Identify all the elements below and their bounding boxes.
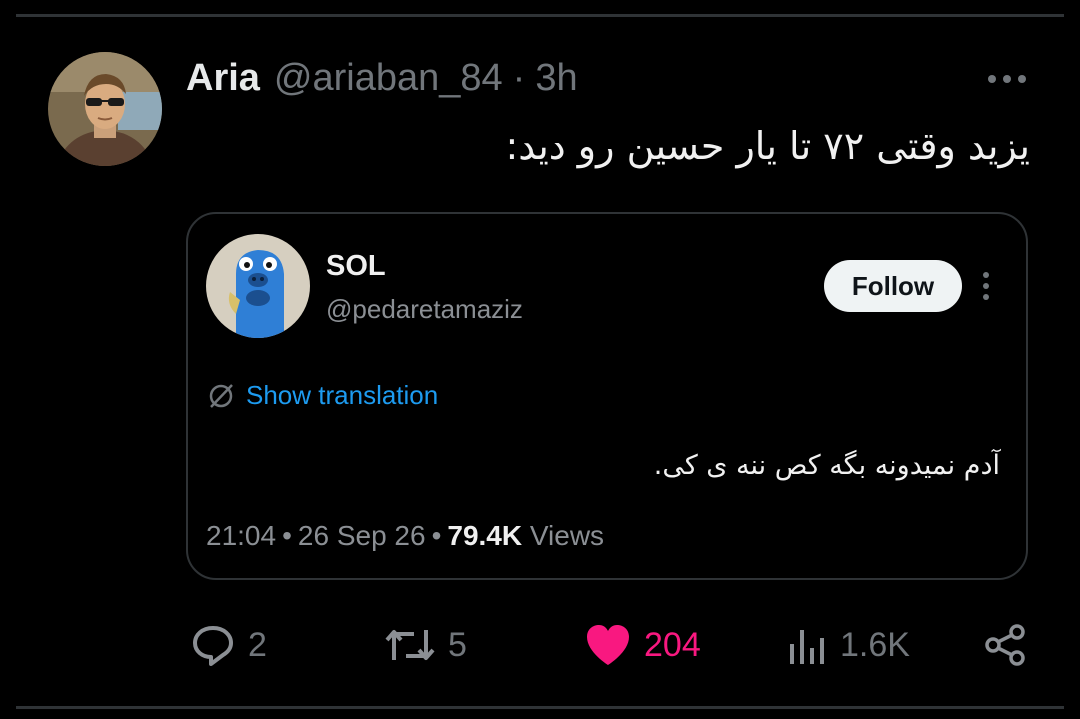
blue-cartoon-avatar-icon xyxy=(206,234,310,338)
quoted-views-count: 79.4K xyxy=(447,520,523,551)
follow-button[interactable]: Follow xyxy=(824,260,962,312)
show-translation-label[interactable]: Show translation xyxy=(246,380,438,411)
quoted-author-display-name[interactable]: SOL xyxy=(326,250,386,283)
quoted-views-label: Views xyxy=(529,520,605,551)
top-divider xyxy=(16,14,1064,17)
share-button[interactable] xyxy=(982,618,1028,672)
quoted-tweet-text: آدم نمیدونه بگه کص ننه ی کی. xyxy=(653,450,1000,481)
avatar-photo xyxy=(48,52,162,166)
author-handle[interactable]: @ariaban_84 xyxy=(274,54,503,102)
quoted-tweet-meta: 21:04 • 26 Sep 26 • 79.4K Views xyxy=(206,520,604,552)
author-avatar[interactable] xyxy=(48,52,162,166)
quoted-tweet-time: 21:04 xyxy=(206,520,277,551)
quoted-more-button[interactable] xyxy=(974,268,998,304)
reply-icon xyxy=(193,626,233,666)
more-vertical-icon xyxy=(983,272,989,300)
views-button[interactable]: 1.6K xyxy=(786,618,910,672)
like-count: 204 xyxy=(644,625,701,664)
bottom-divider xyxy=(16,706,1064,709)
like-button[interactable]: 204 xyxy=(584,618,701,672)
meta-separator: • xyxy=(431,520,442,551)
tweet-time[interactable]: 3h xyxy=(535,54,577,102)
tweet-header: Aria @ariaban_84 · 3h xyxy=(186,54,578,102)
share-icon xyxy=(985,624,1025,666)
reply-count: 2 xyxy=(248,625,267,664)
tweet-more-button[interactable] xyxy=(982,62,1032,96)
retweet-count: 5 xyxy=(448,625,467,664)
more-horizontal-icon xyxy=(988,75,1026,83)
like-heart-icon xyxy=(587,625,629,665)
quoted-author-avatar[interactable] xyxy=(206,234,310,338)
quoted-tweet-date: 26 Sep 26 xyxy=(297,520,426,551)
quoted-tweet-card[interactable]: SOL @pedaretamaziz Follow Show translati… xyxy=(186,212,1028,580)
quoted-author-handle[interactable]: @pedaretamaziz xyxy=(326,294,523,325)
show-translation-link[interactable]: Show translation xyxy=(206,380,438,411)
header-separator: · xyxy=(512,57,526,99)
retweet-icon xyxy=(385,630,435,660)
translate-globe-icon xyxy=(209,383,233,408)
author-display-name[interactable]: Aria xyxy=(186,54,260,102)
views-count: 1.6K xyxy=(840,625,910,664)
meta-separator: • xyxy=(282,520,292,551)
reply-button[interactable]: 2 xyxy=(190,618,267,672)
tweet-text: یزید وقتی ۷۲ تا یار حسین رو دید: xyxy=(505,124,1030,168)
views-chart-icon xyxy=(790,630,824,664)
retweet-button[interactable]: 5 xyxy=(384,618,467,672)
